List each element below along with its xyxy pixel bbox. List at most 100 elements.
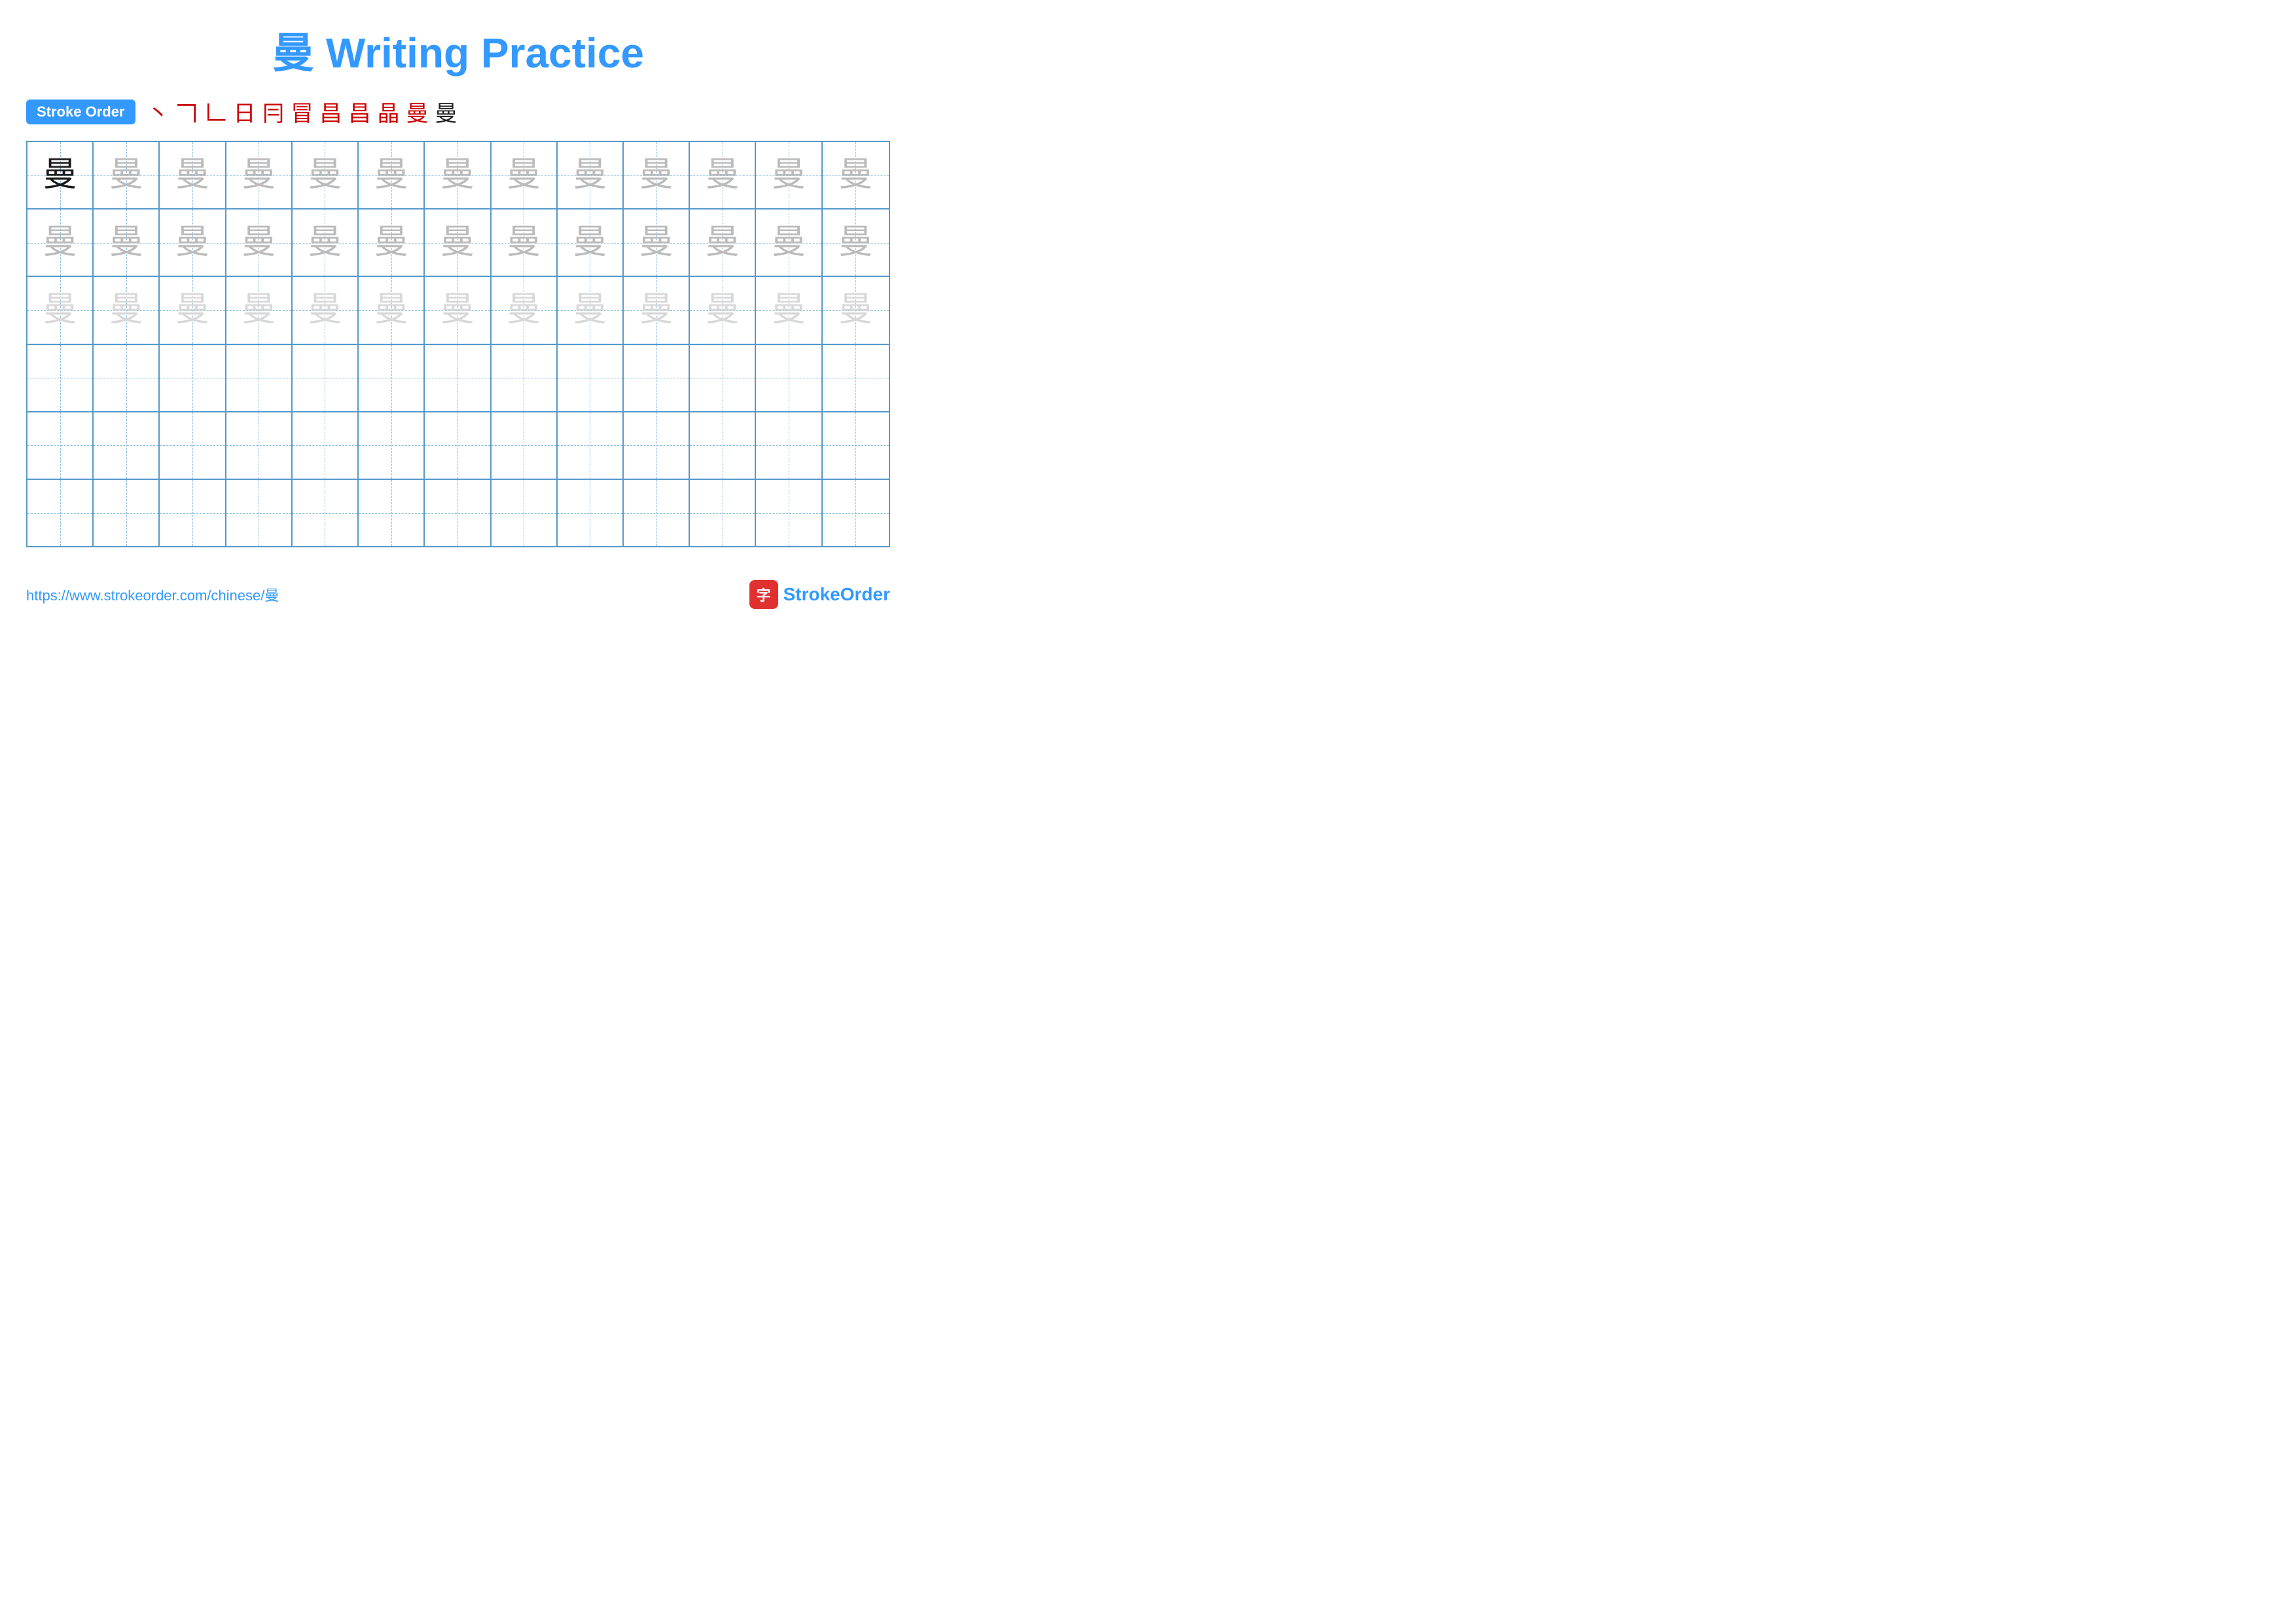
footer-brand: 字 StrokeOrder: [749, 580, 890, 609]
page-title: 曼 Writing Practice: [26, 20, 890, 80]
grid-cell: 曼: [690, 210, 756, 276]
practice-char: 曼: [242, 293, 276, 327]
stroke-step-3: 𠃊: [205, 96, 227, 128]
grid-cell: [558, 480, 624, 546]
practice-char: 曼: [175, 158, 209, 192]
grid-cell: [558, 412, 624, 479]
stroke-step-2: 𠃍: [176, 96, 198, 128]
grid-cell: 曼: [558, 142, 624, 208]
grid-row-4: [27, 345, 889, 412]
grid-cell: 曼: [160, 210, 226, 276]
grid-cell: 曼: [425, 277, 491, 343]
grid-cell: [425, 480, 491, 546]
grid-cell: [823, 345, 889, 411]
grid-cell: [492, 412, 558, 479]
grid-cell: [94, 412, 160, 479]
grid-cell: [756, 480, 822, 546]
grid-cell: 曼: [160, 142, 226, 208]
grid-row-2: 曼 曼 曼 曼 曼 曼 曼 曼 曼 曼 曼 曼 曼: [27, 210, 889, 277]
footer-url: https://www.strokeorder.com/chinese/曼: [26, 584, 279, 605]
grid-cell: 曼: [293, 277, 359, 343]
grid-cell: [823, 412, 889, 479]
grid-cell: 曼: [492, 277, 558, 343]
grid-cell: 曼: [27, 142, 94, 208]
grid-cell: [160, 480, 226, 546]
practice-char: 曼: [639, 158, 673, 192]
practice-char: 曼: [706, 226, 740, 260]
practice-char: 曼: [573, 226, 607, 260]
grid-cell: [226, 345, 293, 411]
grid-cell: 曼: [359, 210, 425, 276]
stroke-sequence: 丶 𠃍 𠃊 日 冃 冒 昌 昌 晶 曼 曼: [147, 96, 457, 128]
title-character: 曼: [272, 29, 314, 77]
brand-text: StrokeOrder: [783, 584, 890, 605]
grid-cell: [624, 412, 690, 479]
stroke-step-final: 曼: [435, 96, 457, 128]
grid-cell: [690, 412, 756, 479]
grid-cell: 曼: [492, 210, 558, 276]
grid-cell: 曼: [226, 142, 293, 208]
practice-char: 曼: [109, 293, 143, 327]
grid-cell: 曼: [94, 142, 160, 208]
practice-char: 曼: [308, 158, 342, 192]
grid-cell: 曼: [27, 210, 94, 276]
grid-cell: 曼: [624, 277, 690, 343]
grid-cell: 曼: [94, 277, 160, 343]
grid-cell: 曼: [226, 210, 293, 276]
grid-cell: 曼: [359, 142, 425, 208]
grid-cell: [359, 480, 425, 546]
practice-char: 曼: [706, 158, 740, 192]
grid-cell: [94, 345, 160, 411]
stroke-step-7: 昌: [320, 96, 342, 128]
grid-cell: 曼: [690, 277, 756, 343]
grid-cell: [624, 345, 690, 411]
grid-cell: 曼: [425, 210, 491, 276]
stroke-step-8: 昌: [349, 96, 371, 128]
grid-cell: [27, 345, 94, 411]
grid-cell: [160, 412, 226, 479]
practice-char: 曼: [374, 226, 408, 260]
grid-cell: [359, 345, 425, 411]
stroke-step-10: 曼: [406, 96, 429, 128]
grid-cell: [492, 480, 558, 546]
practice-char: 曼: [43, 226, 77, 260]
grid-cell: [94, 480, 160, 546]
grid-cell: 曼: [756, 277, 822, 343]
grid-cell: 曼: [226, 277, 293, 343]
grid-cell: [27, 480, 94, 546]
grid-cell: [823, 480, 889, 546]
stroke-step-9: 晶: [378, 96, 400, 128]
footer: https://www.strokeorder.com/chinese/曼 字 …: [26, 580, 890, 609]
practice-char: 曼: [706, 293, 740, 327]
practice-char: 曼: [573, 293, 607, 327]
grid-cell: [425, 412, 491, 479]
stroke-step-4: 日: [234, 96, 256, 128]
practice-char: 曼: [772, 158, 806, 192]
grid-cell: 曼: [823, 142, 889, 208]
grid-cell: [226, 412, 293, 479]
grid-cell: 曼: [293, 210, 359, 276]
practice-char: 曼: [308, 293, 342, 327]
practice-char: 曼: [440, 293, 475, 327]
grid-cell: [690, 480, 756, 546]
practice-char: 曼: [639, 293, 673, 327]
grid-row-6: [27, 480, 889, 546]
brand-name-order: Order: [840, 584, 890, 604]
grid-cell: 曼: [425, 142, 491, 208]
grid-cell: [756, 412, 822, 479]
grid-cell: 曼: [624, 210, 690, 276]
grid-cell: [160, 345, 226, 411]
grid-cell: 曼: [756, 210, 822, 276]
grid-cell: [624, 480, 690, 546]
grid-cell: [359, 412, 425, 479]
practice-char: 曼: [43, 158, 77, 192]
practice-char: 曼: [308, 226, 342, 260]
practice-grid: 曼 曼 曼 曼 曼 曼 曼 曼 曼 曼 曼 曼 曼 曼 曼 曼 曼 曼 曼 曼 …: [26, 141, 890, 547]
grid-cell: 曼: [823, 210, 889, 276]
stroke-step-5: 冃: [262, 96, 285, 128]
stroke-step-6: 冒: [291, 96, 314, 128]
grid-cell: 曼: [27, 277, 94, 343]
brand-name-stroke: Stroke: [783, 584, 840, 604]
grid-cell: [27, 412, 94, 479]
stroke-order-badge: Stroke Order: [26, 100, 135, 124]
